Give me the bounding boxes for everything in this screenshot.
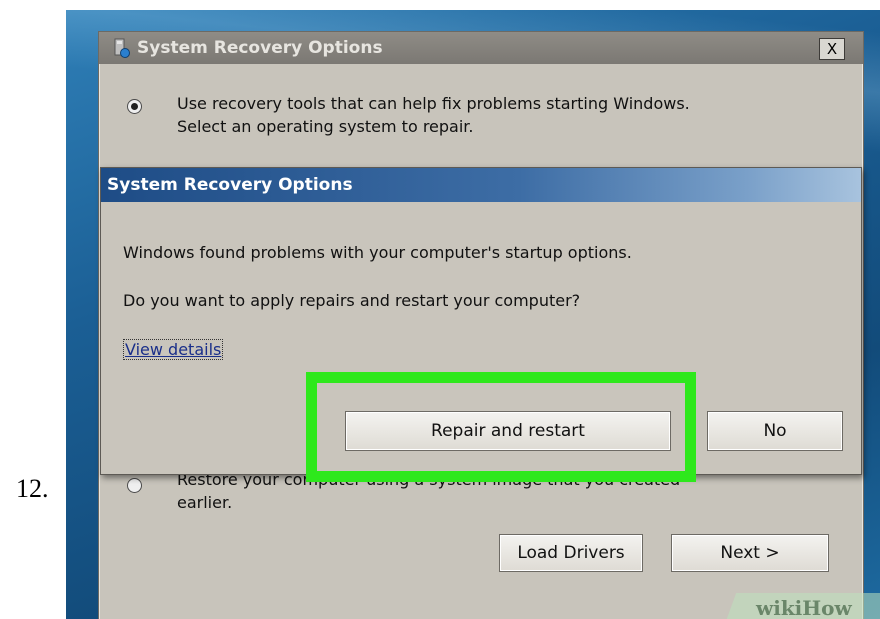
dialog-title: System Recovery Options: [137, 38, 383, 58]
radio-restore-image[interactable]: [127, 478, 142, 493]
wikihow-watermark: wikiHow: [756, 596, 852, 619]
radio-recovery-tools[interactable]: [127, 99, 142, 114]
no-button[interactable]: No: [707, 411, 843, 451]
dialog-title-bar: System Recovery Options X: [99, 32, 863, 64]
load-drivers-button[interactable]: Load Drivers: [499, 534, 643, 572]
highlight-box: [306, 372, 696, 482]
desktop-background: System Recovery Options X Use recovery t…: [66, 10, 880, 619]
close-button[interactable]: X: [819, 38, 845, 60]
step-number: 12.: [16, 474, 49, 503]
repair-prompt-title: System Recovery Options: [107, 175, 353, 195]
problems-found-message: Windows found problems with your compute…: [123, 243, 632, 262]
recovery-app-icon: [114, 38, 130, 58]
view-details-link[interactable]: View details: [123, 339, 224, 360]
option-recovery-tools-label: Use recovery tools that can help fix pro…: [177, 94, 690, 136]
repair-prompt-title-bar: System Recovery Options: [101, 168, 861, 202]
apply-repairs-question: Do you want to apply repairs and restart…: [123, 291, 581, 310]
next-button[interactable]: Next >: [671, 534, 829, 572]
